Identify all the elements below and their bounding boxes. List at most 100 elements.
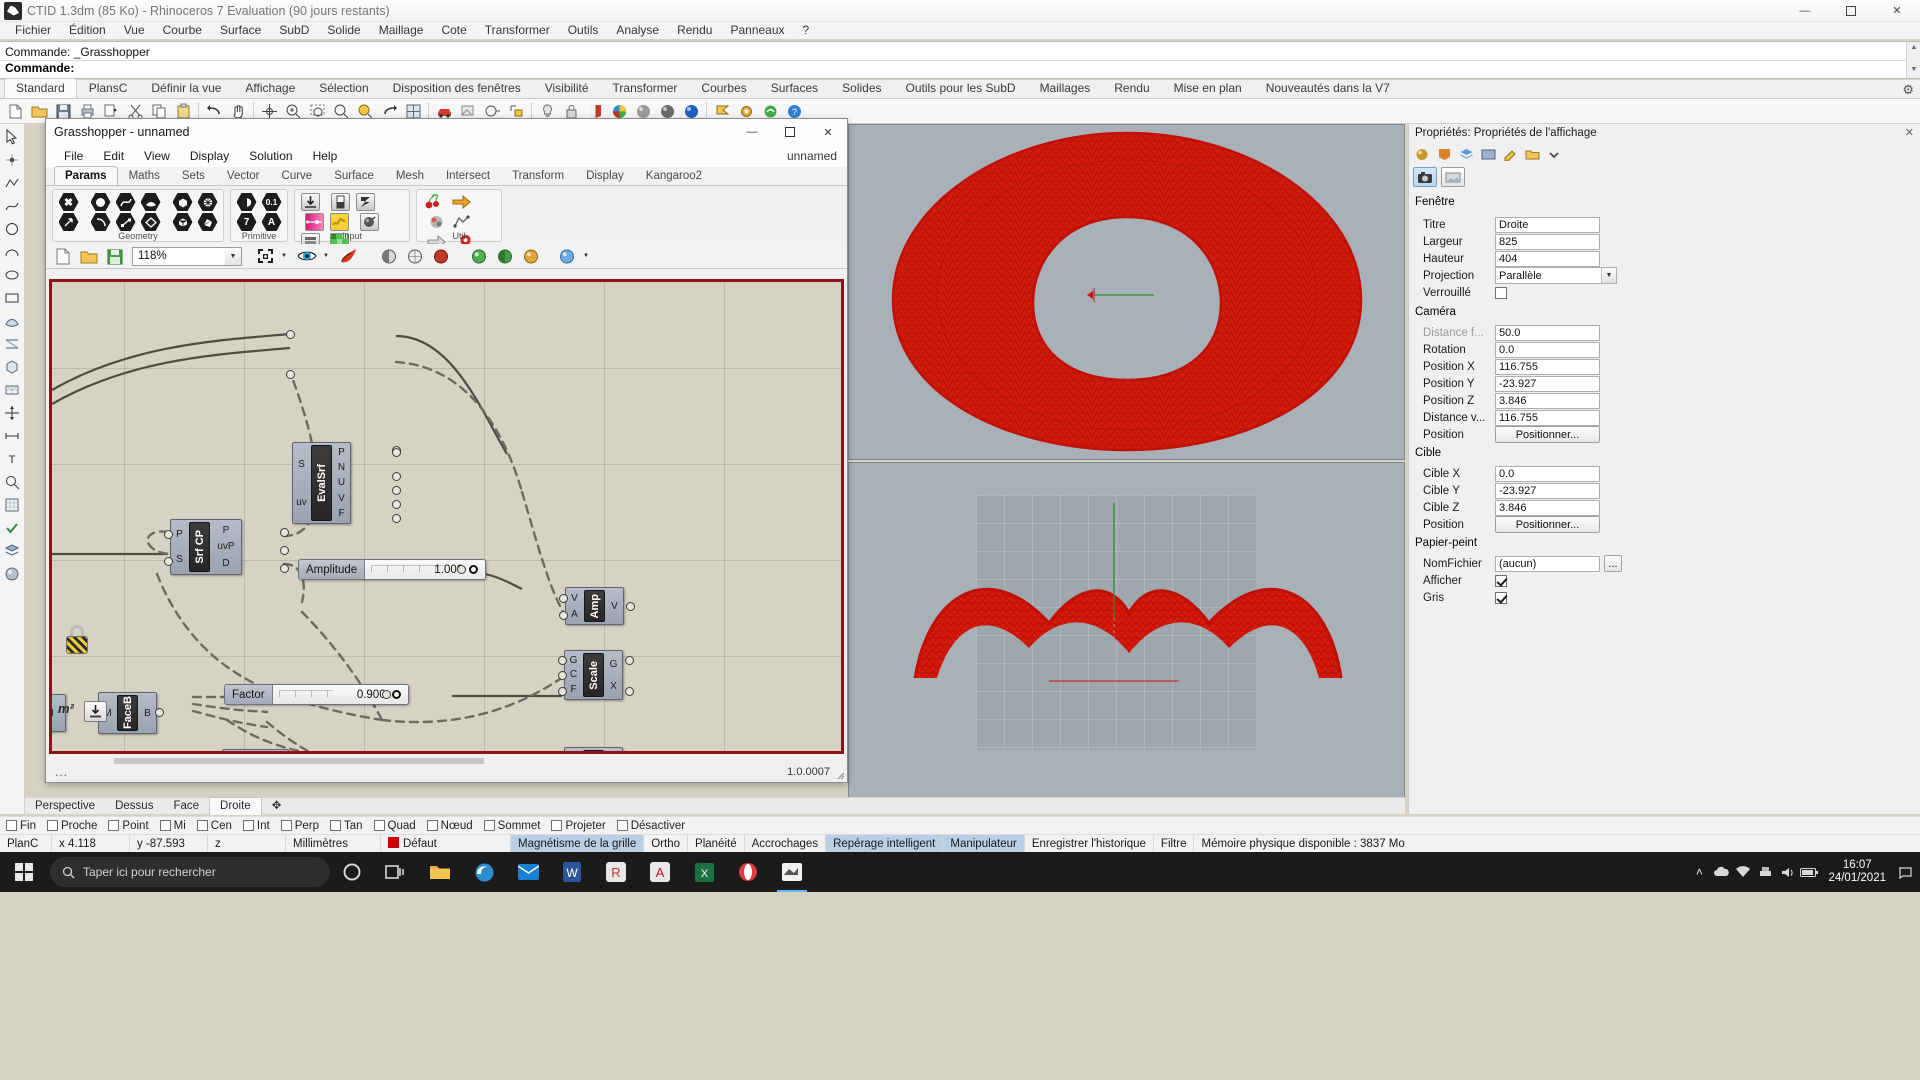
osnap-int-checkbox[interactable] (242, 820, 254, 831)
gh-tab-vector[interactable]: Vector (216, 166, 271, 185)
component-amp[interactable]: V A Amp V (565, 587, 624, 625)
scale2-input-G[interactable]: G (565, 751, 582, 752)
geometry-line-icon[interactable] (114, 212, 137, 232)
taskbar-edge-icon[interactable] (462, 852, 506, 892)
viewport-droite[interactable] (848, 462, 1405, 798)
gh-resize-grip[interactable] (834, 769, 845, 780)
rhino-maximize-button[interactable] (1828, 0, 1874, 22)
osnap-quad[interactable]: Quad (373, 820, 416, 832)
amp-port-outV[interactable] (626, 602, 635, 611)
camera-properties-tab[interactable] (1413, 167, 1437, 187)
properties-close-icon[interactable]: ✕ (1905, 126, 1914, 139)
geometry-plane-icon[interactable] (139, 212, 162, 232)
input-file-icon[interactable] (299, 192, 322, 212)
taskbar-rhino7-active-icon[interactable] (770, 852, 814, 892)
status-record-history[interactable]: Enregistrer l'historique (1025, 834, 1154, 853)
scale1-input-F[interactable]: F (565, 683, 582, 696)
evalsrf-port-S[interactable] (286, 330, 295, 339)
component-scale-2[interactable]: G C F Scale G X (564, 747, 623, 752)
scale1-port-G[interactable] (558, 656, 567, 665)
status-toggle-manipulateur[interactable]: Manipulateur (943, 834, 1025, 853)
osnap-proche[interactable]: Proche (46, 820, 97, 832)
gh-open-file-icon[interactable] (78, 246, 100, 267)
primitive-text-icon[interactable]: A (260, 212, 283, 232)
evalsrf-input-uv[interactable]: uv (293, 496, 310, 509)
osnap-int[interactable]: Int (242, 820, 270, 832)
scale1-port-outG[interactable] (625, 656, 634, 665)
more-panels-icon[interactable] (1545, 146, 1564, 163)
polyline-icon[interactable] (1, 172, 23, 194)
dimension-icon[interactable] (1, 425, 23, 447)
rhino-tooltab-standard[interactable]: Standard (4, 78, 77, 98)
mesh-icon[interactable] (1, 379, 23, 401)
viewport-tab-add[interactable]: ✥ (262, 798, 292, 815)
arc-icon[interactable] (1, 241, 23, 263)
gh-preview-eye-icon[interactable] (296, 246, 318, 267)
gh-footer-dots[interactable]: ... (55, 765, 68, 779)
osnap-sommet[interactable]: Sommet (483, 820, 540, 832)
amp-output-V[interactable]: V (606, 600, 623, 613)
geometry-curve-icon[interactable] (114, 192, 137, 212)
toolbar-options-gear-icon[interactable]: ⚙ (1902, 82, 1914, 98)
component-evalsrf[interactable]: S uv EvalSrf P N U V F (292, 442, 351, 524)
primitive-integer-icon[interactable]: 7 (235, 212, 258, 232)
tray-printer-icon[interactable] (1754, 852, 1776, 892)
gh-menu-display[interactable]: Display (180, 146, 239, 166)
slider-factor-port[interactable] (382, 690, 391, 699)
gh-preview-settings-icon[interactable] (556, 246, 578, 267)
srfcp-input-P[interactable]: P (171, 528, 188, 541)
rhino-tooltab-visibilite[interactable]: Visibilité (533, 78, 601, 98)
taskbar-excel-icon[interactable]: X (682, 852, 726, 892)
viewport-tab-droite[interactable]: Droite (209, 797, 262, 815)
rhino-tooltab-outils-subd[interactable]: Outils pour les SubD (894, 78, 1028, 98)
prop-checkbox-gris[interactable] (1495, 591, 1507, 604)
rhino-tooltab-surfaces[interactable]: Surfaces (759, 78, 830, 98)
tray-wifi-icon[interactable] (1732, 852, 1754, 892)
osnap-noeud-checkbox[interactable] (426, 820, 438, 831)
srfcp-name-bar[interactable]: Srf CP (189, 522, 210, 572)
command-scroll-up[interactable]: ▲ (1907, 42, 1920, 54)
gh-menu-solution[interactable]: Solution (239, 146, 302, 166)
gh-profiler-icon[interactable] (468, 246, 490, 267)
tray-chevron-up-icon[interactable]: ˄ (1688, 852, 1710, 892)
osnap-fin[interactable]: Fin (6, 820, 36, 832)
status-units[interactable]: Millimètres (286, 834, 381, 853)
status-filter[interactable]: Filtre (1154, 834, 1195, 853)
analyze-icon[interactable] (1, 471, 23, 493)
rectangle-icon[interactable] (1, 287, 23, 309)
evalsrf-port-P2[interactable] (392, 448, 401, 457)
prop-input-hauteur[interactable]: 404 (1495, 250, 1600, 267)
srfcp-port-D[interactable] (280, 564, 289, 573)
scale1-port-outX[interactable] (625, 687, 634, 696)
taskbar-autocad-icon[interactable]: A (638, 852, 682, 892)
canvas-download-icon[interactable] (84, 701, 107, 722)
prop-input-largeur[interactable]: 825 (1495, 233, 1600, 250)
gh-tab-params[interactable]: Params (54, 166, 118, 185)
rhino-menu-subd[interactable]: SubD (270, 22, 318, 39)
scale1-name-bar[interactable]: Scale (583, 653, 604, 697)
grasshopper-minimize-button[interactable]: — (733, 119, 771, 145)
status-toggle-ortho[interactable]: Ortho (644, 834, 689, 853)
rhino-tooltab-nouveautes-v7[interactable]: Nouveautés dans la V7 (1254, 78, 1402, 98)
transform-icon[interactable] (1, 402, 23, 424)
osnap-sommet-checkbox[interactable] (483, 820, 495, 831)
slider-amplitude-port[interactable] (457, 565, 466, 574)
taskbar-opera-icon[interactable] (726, 852, 770, 892)
srfcp-input-S[interactable]: S (171, 553, 188, 566)
util-cluster-icon[interactable] (425, 212, 448, 232)
rhino-menu-outils[interactable]: Outils (559, 22, 608, 39)
osnap-projeter-checkbox[interactable] (551, 820, 563, 831)
prop-input-distance-f[interactable]: 50.0 (1495, 324, 1600, 341)
input-button-icon[interactable] (329, 192, 352, 212)
osnap-desactiver-checkbox[interactable] (616, 820, 628, 831)
taskbar-task-view-icon[interactable] (374, 852, 418, 892)
osnap-point-checkbox[interactable] (108, 820, 120, 831)
prop-checkbox-verrouille[interactable] (1495, 286, 1507, 299)
status-toggle-magnetisme[interactable]: Magnétisme de la grille (511, 834, 645, 853)
gh-save-file-icon[interactable] (104, 246, 126, 267)
gh-menu-file[interactable]: File (54, 146, 93, 166)
input-dial-icon[interactable] (358, 212, 381, 232)
tray-battery-icon[interactable] (1798, 852, 1820, 892)
amp-input-A[interactable]: A (566, 608, 583, 621)
viewport-perspective-top[interactable] (848, 124, 1405, 460)
